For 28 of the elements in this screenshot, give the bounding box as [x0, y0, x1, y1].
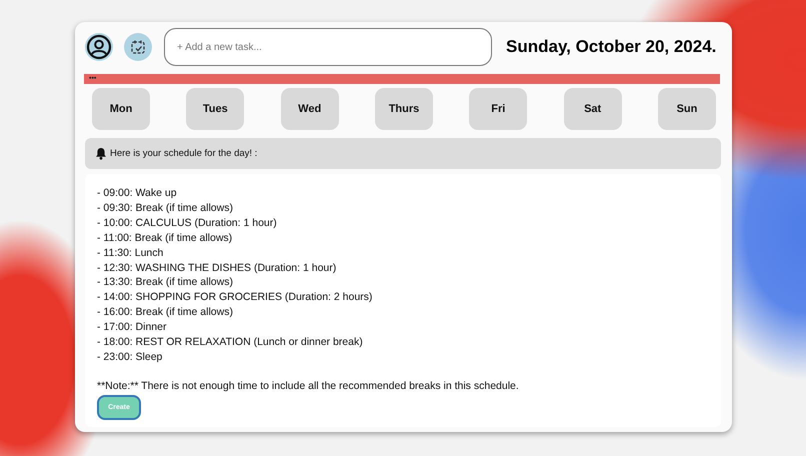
profile-button[interactable]	[85, 33, 113, 61]
schedule-item: - 09:30: Break (if time allows)	[97, 200, 234, 216]
schedule-item: - 11:00: Break (if time allows)	[97, 230, 234, 246]
schedule-item: - 09:00: Wake up	[97, 186, 178, 201]
day-button[interactable]: Wed	[280, 88, 339, 130]
task-input-field[interactable]: + Add a new task...	[164, 28, 492, 66]
day-button[interactable]: Tues	[186, 88, 244, 130]
schedule-item: - 13:30: Break (if time allows)	[97, 275, 234, 290]
schedule-item: - 14:00: SHOPPING FOR GROCERIES (Duration: 2 hours)	[97, 290, 374, 306]
day-button[interactable]: Fri	[469, 88, 528, 130]
schedule-item: - 16:00: Break (if time allows)	[97, 305, 234, 320]
day-button[interactable]: Thurs	[374, 88, 433, 130]
schedule-note: **Note:** There is not enough time to include all the recommended breaks in this schedule.	[97, 380, 520, 393]
bell-icon	[95, 147, 107, 160]
user-icon	[86, 34, 112, 60]
schedule-item: - 10:00: CALCULUS (Duration: 1 hour)	[97, 216, 278, 231]
schedule-item: - 17:00: Dinner	[97, 320, 168, 336]
date-heading: Sunday, October 20, 2024.	[506, 37, 716, 57]
schedule-item: - 11:30: Lunch	[97, 246, 164, 261]
calendar-button[interactable]	[124, 33, 152, 61]
calendar-check-icon	[130, 39, 146, 55]
day-button[interactable]: Sat	[564, 88, 622, 130]
notice-text: Here is your schedule for the day! :	[110, 148, 258, 159]
schedule-item: - 18:00: REST OR RELAXATION (Lunch or dinner break)	[97, 335, 364, 350]
schedule-item: - 12:30: WASHING THE DISHES (Duration: 1 hour)	[97, 260, 338, 276]
day-button[interactable]: Mon	[92, 88, 150, 130]
day-button[interactable]: Sun	[658, 88, 716, 130]
schedule-item: - 23:00: Sleep	[97, 350, 164, 365]
